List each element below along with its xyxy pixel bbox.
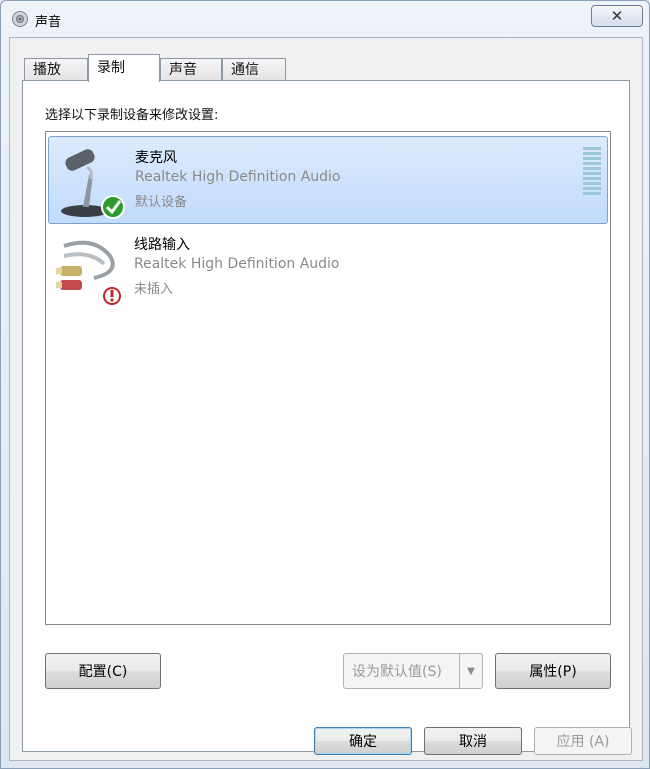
line-in-cable-icon — [56, 240, 121, 305]
window-title: 声音 — [35, 15, 62, 30]
close-icon: ✕ — [610, 7, 624, 25]
close-button[interactable]: ✕ — [591, 5, 643, 27]
apply-button[interactable]: 应用 (A) — [534, 727, 632, 755]
recording-panel: 选择以下录制设备来修改设置: 麦克风 Realtek High Definiti… — [22, 80, 630, 752]
unplugged-icon — [103, 287, 121, 305]
device-item-line-in[interactable]: 线路输入 Realtek High Definition Audio 未插入 — [48, 224, 608, 312]
speaker-icon — [12, 11, 28, 27]
cancel-button[interactable]: 取消 — [424, 727, 522, 755]
device-driver: Realtek High Definition Audio — [135, 169, 341, 185]
device-driver: Realtek High Definition Audio — [134, 256, 340, 272]
device-status: 未插入 — [134, 282, 174, 297]
tab-playback[interactable]: 播放 — [24, 58, 88, 80]
tab-recording[interactable]: 录制 — [88, 54, 160, 82]
title-bar[interactable]: 声音 ✕ — [1, 1, 649, 37]
properties-button[interactable]: 属性(P) — [495, 653, 611, 689]
device-name: 线路输入 — [134, 237, 190, 253]
chevron-down-icon[interactable]: ▼ — [459, 654, 482, 688]
level-meter — [583, 147, 601, 199]
tab-sounds[interactable]: 声音 — [160, 58, 222, 80]
default-check-icon — [101, 195, 125, 219]
device-item-microphone[interactable]: 麦克风 Realtek High Definition Audio 默认设备 — [48, 136, 608, 224]
configure-button[interactable]: 配置(C) — [45, 653, 161, 689]
device-status: 默认设备 — [135, 195, 188, 210]
instruction-text: 选择以下录制设备来修改设置: — [45, 108, 219, 123]
microphone-icon — [61, 149, 125, 219]
dialog-body: 播放 录制 声音 通信 选择以下录制设备来修改设置: 麦克风 Realtek H… — [9, 37, 643, 761]
sound-dialog: 声音 ✕ 播放 录制 声音 通信 选择以下录制设备来修改设置: 麦克风 Real… — [0, 0, 650, 769]
tab-communications[interactable]: 通信 — [222, 58, 286, 80]
set-default-button[interactable]: 设为默认值(S) ▼ — [343, 653, 483, 689]
device-list[interactable]: 麦克风 Realtek High Definition Audio 默认设备 线… — [45, 131, 611, 625]
device-name: 麦克风 — [135, 150, 177, 166]
ok-button[interactable]: 确定 — [314, 727, 412, 755]
